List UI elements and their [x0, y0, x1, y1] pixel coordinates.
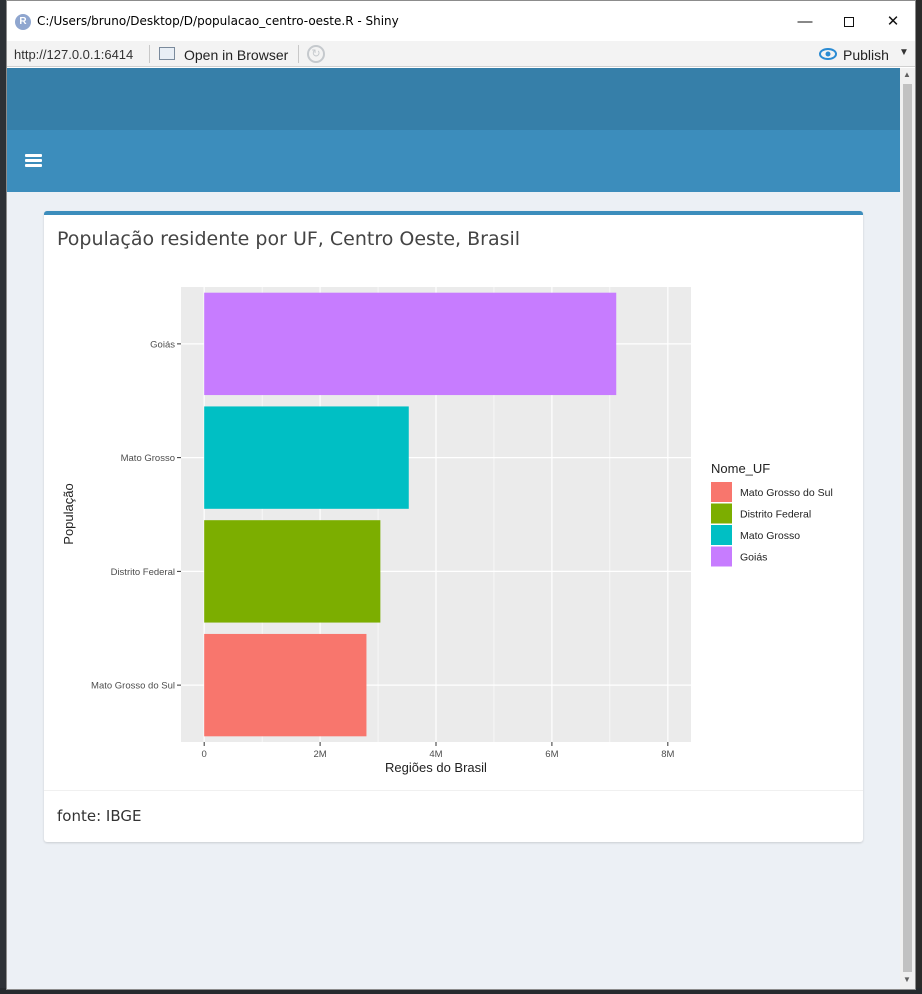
y-axis-title: População — [61, 483, 76, 544]
refresh-icon[interactable]: ↻ — [307, 45, 325, 63]
open-in-browser-button[interactable]: Open in Browser — [184, 47, 288, 63]
maximize-button[interactable] — [829, 9, 869, 35]
legend-label: Goiás — [740, 552, 767, 564]
bar — [204, 292, 617, 396]
y-tick-label: Goiás — [150, 339, 175, 350]
toolbar-separator — [298, 45, 299, 63]
publish-button[interactable]: Publish — [843, 47, 889, 63]
legend-label: Mato Grosso — [740, 530, 800, 542]
box-title: População residente por UF, Centro Oeste… — [57, 228, 521, 250]
x-tick-label: 6M — [545, 749, 558, 760]
bar — [204, 633, 367, 737]
bar — [204, 520, 381, 623]
r-logo-icon: R — [15, 14, 31, 30]
vertical-scrollbar[interactable]: ▲ ▼ — [900, 68, 915, 989]
y-tick-label: Distrito Federal — [111, 567, 175, 578]
dashboard-navbar — [7, 130, 900, 192]
legend-swatch — [711, 546, 732, 567]
scroll-down-icon[interactable]: ▼ — [903, 975, 911, 984]
publish-icon[interactable] — [819, 47, 837, 61]
legend-title: Nome_UF — [711, 461, 770, 476]
x-tick-label: 8M — [661, 749, 674, 760]
legend-swatch — [711, 482, 732, 502]
box-footer-divider — [44, 790, 863, 791]
publish-dropdown-icon[interactable]: ▼ — [899, 47, 909, 58]
toolbar-separator — [149, 45, 150, 63]
legend-swatch — [711, 503, 732, 524]
sidebar-toggle-icon[interactable] — [25, 154, 42, 168]
population-bar-chart: Mato Grosso do Sul Distrito Federal Mato G… — [61, 287, 833, 775]
open-browser-icon[interactable] — [159, 47, 175, 60]
window-title: C:/Users/bruno/Desktop/D/populacao_centr… — [37, 14, 399, 28]
app-viewport: População residente por UF, Centro Oeste… — [7, 68, 900, 989]
box-footer: fonte: IBGE — [57, 807, 142, 825]
title-bar: R C:/Users/bruno/Desktop/D/populacao_cen… — [7, 1, 915, 41]
bar — [204, 406, 409, 509]
x-tick-label: 2M — [313, 749, 326, 760]
x-tick-label: 0 — [202, 749, 207, 760]
x-axis-title: Regiões do Brasil — [385, 760, 487, 775]
legend-label: Distrito Federal — [740, 509, 811, 521]
viewer-toolbar: http://127.0.0.1:6414 Open in Browser ↻ … — [7, 41, 915, 67]
chart-box: População residente por UF, Centro Oeste… — [44, 211, 863, 842]
legend-label: Mato Grosso do Sul — [740, 487, 833, 499]
legend-swatch — [711, 525, 732, 545]
y-tick-label: Mato Grosso — [121, 453, 175, 464]
maximize-icon — [844, 17, 854, 27]
x-tick-label: 4M — [429, 749, 442, 760]
close-button[interactable]: ✕ — [873, 9, 913, 35]
scroll-up-icon[interactable]: ▲ — [903, 70, 911, 79]
scrollbar-thumb[interactable] — [903, 84, 912, 972]
minimize-button[interactable]: — — [785, 9, 825, 35]
y-tick-label: Mato Grosso do Sul — [91, 681, 175, 692]
dashboard-header — [7, 68, 900, 130]
url-text[interactable]: http://127.0.0.1:6414 — [14, 47, 133, 62]
shiny-viewer-window: R C:/Users/bruno/Desktop/D/populacao_cen… — [6, 0, 916, 990]
